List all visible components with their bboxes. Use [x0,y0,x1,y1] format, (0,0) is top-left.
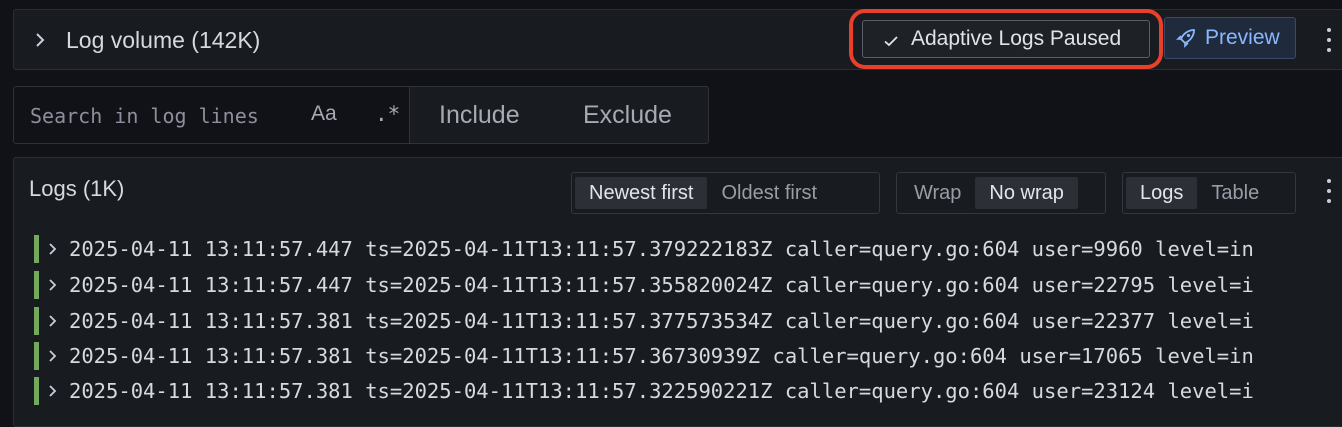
logs-panel: Logs (1K) Newest first Oldest first Wrap… [13,157,1342,427]
log-line-text: 2025-04-11 13:11:57.381 ts=2025-04-11T13… [69,344,1254,368]
view-toggle: Logs Table [1122,172,1296,214]
log-volume-panel: Log volume (142K) Adaptive Logs Paused P… [13,9,1342,70]
include-exclude-group: Include Exclude [410,86,709,144]
oldest-first-option[interactable]: Oldest first [707,177,831,209]
log-line-text: 2025-04-11 13:11:57.447 ts=2025-04-11T13… [69,273,1254,297]
search-box: Aa .* [13,86,410,144]
check-icon [883,31,899,47]
log-row[interactable]: 2025-04-11 13:11:57.381 ts=2025-04-11T13… [34,342,1342,370]
highlight-ring: Adaptive Logs Paused [849,9,1163,69]
wrap-option[interactable]: Wrap [900,177,975,209]
chevron-right-icon[interactable] [34,28,52,52]
wrap-toggle: Wrap No wrap [896,172,1106,214]
more-options-icon[interactable] [1326,28,1332,52]
log-level-indicator [34,307,39,335]
log-row[interactable]: 2025-04-11 13:11:57.381 ts=2025-04-11T13… [34,307,1342,335]
log-level-indicator [34,271,39,299]
log-row[interactable]: 2025-04-11 13:11:57.447 ts=2025-04-11T13… [34,235,1342,263]
newest-first-option[interactable]: Newest first [575,177,708,209]
log-level-indicator [34,342,39,370]
log-line-text: 2025-04-11 13:11:57.381 ts=2025-04-11T13… [69,379,1254,403]
expand-row-icon[interactable] [47,271,59,308]
log-line-text: 2025-04-11 13:11:57.447 ts=2025-04-11T13… [69,237,1254,261]
adaptive-logs-button[interactable]: Adaptive Logs Paused [862,20,1150,58]
preview-label: Preview [1205,26,1280,49]
preview-button[interactable]: Preview [1164,17,1296,59]
no-wrap-option[interactable]: No wrap [975,177,1078,209]
log-row[interactable]: 2025-04-11 13:11:57.447 ts=2025-04-11T13… [34,271,1342,299]
logs-view-option[interactable]: Logs [1126,177,1198,209]
regex-toggle[interactable]: .* [375,102,400,126]
log-level-indicator [34,235,39,263]
log-row[interactable]: 2025-04-11 13:11:57.381 ts=2025-04-11T13… [34,377,1342,405]
rocket-icon [1175,27,1197,49]
logs-title: Logs (1K) [29,176,125,201]
log-line-text: 2025-04-11 13:11:57.381 ts=2025-04-11T13… [69,309,1254,333]
logs-more-options-icon[interactable] [1326,179,1332,203]
match-case-toggle[interactable]: Aa [311,102,337,126]
search-input[interactable] [28,101,292,131]
expand-row-icon[interactable] [47,235,59,272]
adaptive-logs-label: Adaptive Logs Paused [911,27,1122,50]
sort-order-toggle: Newest first Oldest first [571,172,880,214]
exclude-button[interactable]: Exclude [583,101,672,130]
log-level-indicator [34,377,39,405]
include-button[interactable]: Include [439,101,520,130]
expand-row-icon[interactable] [47,377,59,414]
expand-row-icon[interactable] [47,342,59,379]
expand-row-icon[interactable] [47,307,59,344]
table-view-option[interactable]: Table [1197,177,1273,209]
log-volume-title[interactable]: Log volume (142K) [66,26,260,54]
